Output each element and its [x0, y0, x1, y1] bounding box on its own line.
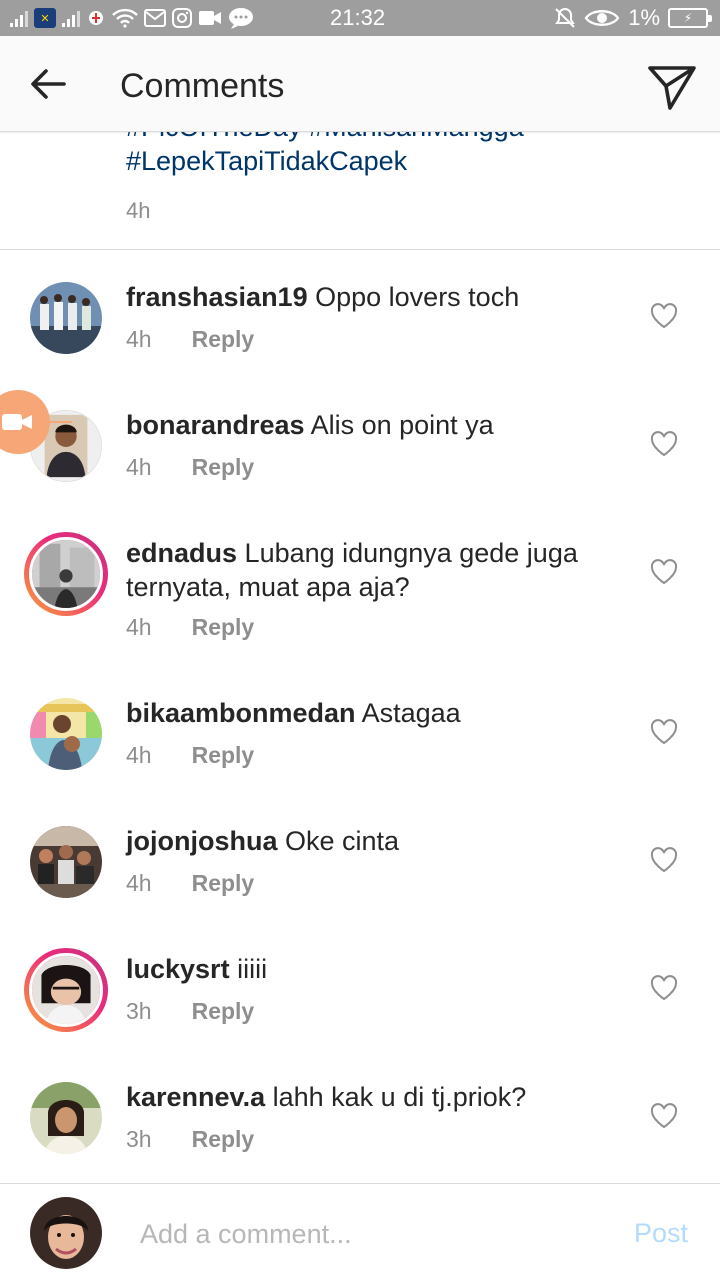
comment-body: bikaambonmedan Astagaa [126, 696, 626, 730]
comment-text: Oke cinta [285, 826, 400, 856]
eye-icon [584, 10, 620, 26]
post-caption: #PicOfTheDay #ManisanMangga #LepekTapiTi… [0, 132, 720, 250]
battery-icon: ⚡ [668, 8, 712, 28]
comment-time: 4h [126, 870, 152, 896]
reply-button[interactable]: Reply [192, 1126, 255, 1153]
chat-icon [229, 8, 253, 29]
app-icon: ✕ [34, 8, 56, 28]
avatar[interactable] [30, 1082, 102, 1154]
caption-timestamp: 4h [126, 198, 151, 223]
hashtag-line[interactable]: #PicOfTheDay #ManisanMangga [126, 132, 686, 144]
reply-button[interactable]: Reply [192, 870, 255, 897]
comment-meta: 4h Reply [126, 326, 254, 353]
reply-button[interactable]: Reply [192, 454, 255, 481]
post-button[interactable]: Post [634, 1218, 688, 1249]
comment-meta: 3h Reply [126, 998, 254, 1025]
reply-button[interactable]: Reply [192, 742, 255, 769]
app-notification-icon [89, 11, 103, 25]
comment-body: luckysrt iiiii [126, 952, 626, 986]
comment-meta: 4h Reply [126, 870, 254, 897]
heart-icon[interactable] [650, 1103, 678, 1129]
battery-percent: 1% [628, 5, 660, 30]
current-user-avatar [30, 1197, 102, 1269]
comment-body: franshasian19 Oppo lovers toch [126, 280, 626, 314]
comment-text: Oppo lovers toch [315, 282, 520, 312]
comment-username[interactable]: bikaambonmedan [126, 698, 356, 728]
comment-composer: Post [0, 1183, 720, 1280]
top-app-bar: Comments [0, 36, 720, 132]
arrow-left-icon[interactable] [26, 62, 70, 106]
signal-icon [62, 9, 80, 27]
comment-time: 4h [126, 742, 152, 768]
comment-username[interactable]: luckysrt [126, 954, 230, 984]
comment-username[interactable]: karennev.a [126, 1082, 265, 1112]
heart-icon[interactable] [650, 431, 678, 457]
heart-icon[interactable] [650, 975, 678, 1001]
reply-button[interactable]: Reply [192, 998, 255, 1025]
reply-button[interactable]: Reply [192, 614, 255, 641]
comment-time: 4h [126, 454, 152, 480]
video-camera-icon [2, 414, 32, 430]
avatar[interactable] [30, 698, 102, 770]
video-bubble-tail [40, 421, 72, 423]
paper-plane-icon[interactable] [646, 60, 698, 112]
avatar[interactable] [30, 282, 102, 354]
status-left-icons: ✕ [10, 6, 254, 30]
avatar[interactable] [30, 826, 102, 898]
status-time: 21:32 [330, 5, 386, 30]
mute-icon [555, 7, 576, 28]
story-avatar[interactable] [24, 532, 108, 616]
story-avatar[interactable] [24, 948, 108, 1032]
heart-icon[interactable] [650, 559, 678, 585]
comment-text: Alis on point ya [310, 410, 494, 440]
status-right-icons: 1% ⚡ [554, 5, 712, 30]
status-bar: ✕ 21:32 1% ⚡ [0, 0, 720, 36]
avatar [29, 537, 103, 611]
heart-icon[interactable] [650, 847, 678, 873]
comment-body: karennev.a lahh kak u di tj.priok? [126, 1080, 626, 1114]
comment-username[interactable]: bonarandreas [126, 410, 305, 440]
comment-body: bonarandreas Alis on point ya [126, 408, 626, 442]
mail-icon [144, 9, 166, 27]
heart-icon[interactable] [650, 719, 678, 745]
comment-body: jojonjoshua Oke cinta [126, 824, 626, 858]
comment-body: ednadus Lubang idungnya gede juga ternya… [126, 536, 626, 604]
instagram-icon [172, 8, 192, 28]
wifi-icon [112, 8, 138, 28]
comment-meta: 3h Reply [126, 1126, 254, 1153]
comment-time: 3h [126, 998, 152, 1024]
comment-text: lahh kak u di tj.priok? [272, 1082, 527, 1112]
avatar [29, 953, 103, 1027]
comment-text: Astagaa [361, 698, 461, 728]
comment-username[interactable]: franshasian19 [126, 282, 308, 312]
comment-username[interactable]: jojonjoshua [126, 826, 278, 856]
comment-username[interactable]: ednadus [126, 538, 237, 568]
comment-meta: 4h Reply [126, 454, 254, 481]
comment-text: iiiii [237, 954, 268, 984]
heart-icon[interactable] [650, 303, 678, 329]
video-icon [199, 11, 221, 25]
comment-time: 4h [126, 614, 152, 640]
comment-meta: 4h Reply [126, 614, 254, 641]
page-title: Comments [120, 67, 285, 105]
comment-input[interactable] [140, 1214, 600, 1254]
comment-meta: 4h Reply [126, 742, 254, 769]
caption-hashtags[interactable]: #PicOfTheDay #ManisanMangga #LepekTapiTi… [126, 132, 686, 178]
hashtag-line[interactable]: #LepekTapiTidakCapek [126, 144, 686, 178]
signal-icon [10, 9, 28, 27]
comment-time: 4h [126, 326, 152, 352]
comment-time: 3h [126, 1126, 152, 1152]
reply-button[interactable]: Reply [192, 326, 255, 353]
